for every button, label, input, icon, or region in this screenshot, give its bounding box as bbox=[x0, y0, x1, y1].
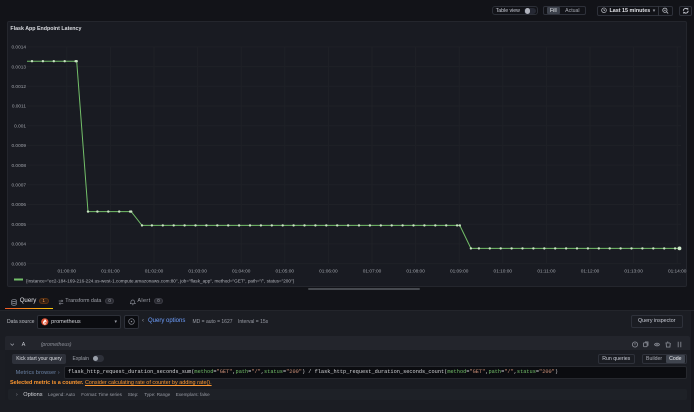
svg-text:0.0008: 0.0008 bbox=[11, 163, 26, 169]
svg-text:01:03:00: 01:03:00 bbox=[188, 269, 207, 275]
svg-text:01:05:00: 01:05:00 bbox=[276, 269, 295, 275]
svg-text:0.0007: 0.0007 bbox=[11, 183, 26, 189]
svg-text:0.0009: 0.0009 bbox=[11, 143, 26, 149]
svg-text:01:13:00: 01:13:00 bbox=[624, 269, 643, 275]
svg-text:0.0006: 0.0006 bbox=[11, 202, 26, 208]
svg-text:0.0004: 0.0004 bbox=[11, 242, 26, 248]
svg-text:01:09:00: 01:09:00 bbox=[450, 269, 469, 275]
svg-text:01:06:00: 01:06:00 bbox=[319, 269, 338, 275]
svg-text:01:11:00: 01:11:00 bbox=[537, 269, 555, 275]
svg-text:01:10:00: 01:10:00 bbox=[494, 269, 513, 275]
svg-text:0.0013: 0.0013 bbox=[11, 64, 26, 70]
svg-text:01:01:00: 01:01:00 bbox=[101, 269, 120, 275]
svg-text:01:12:00: 01:12:00 bbox=[581, 269, 600, 275]
svg-text:0.0011: 0.0011 bbox=[12, 104, 27, 110]
svg-text:0.001: 0.001 bbox=[14, 123, 26, 129]
svg-text:01:07:00: 01:07:00 bbox=[363, 269, 382, 275]
svg-text:01:08:00: 01:08:00 bbox=[406, 269, 425, 275]
svg-text:{instance="ec2-184-169-216-224: {instance="ec2-184-169-216-224.us-west-1… bbox=[26, 278, 295, 283]
svg-text:01:02:00: 01:02:00 bbox=[145, 269, 164, 275]
svg-text:0.0005: 0.0005 bbox=[11, 222, 26, 228]
svg-text:0.0003: 0.0003 bbox=[11, 261, 26, 267]
svg-text:0.0012: 0.0012 bbox=[11, 84, 26, 90]
svg-text:0.0014: 0.0014 bbox=[11, 45, 26, 51]
svg-text:01:04:00: 01:04:00 bbox=[232, 269, 251, 275]
svg-text:01:14:00: 01:14:00 bbox=[668, 269, 687, 275]
svg-text:01:00:00: 01:00:00 bbox=[58, 269, 77, 275]
